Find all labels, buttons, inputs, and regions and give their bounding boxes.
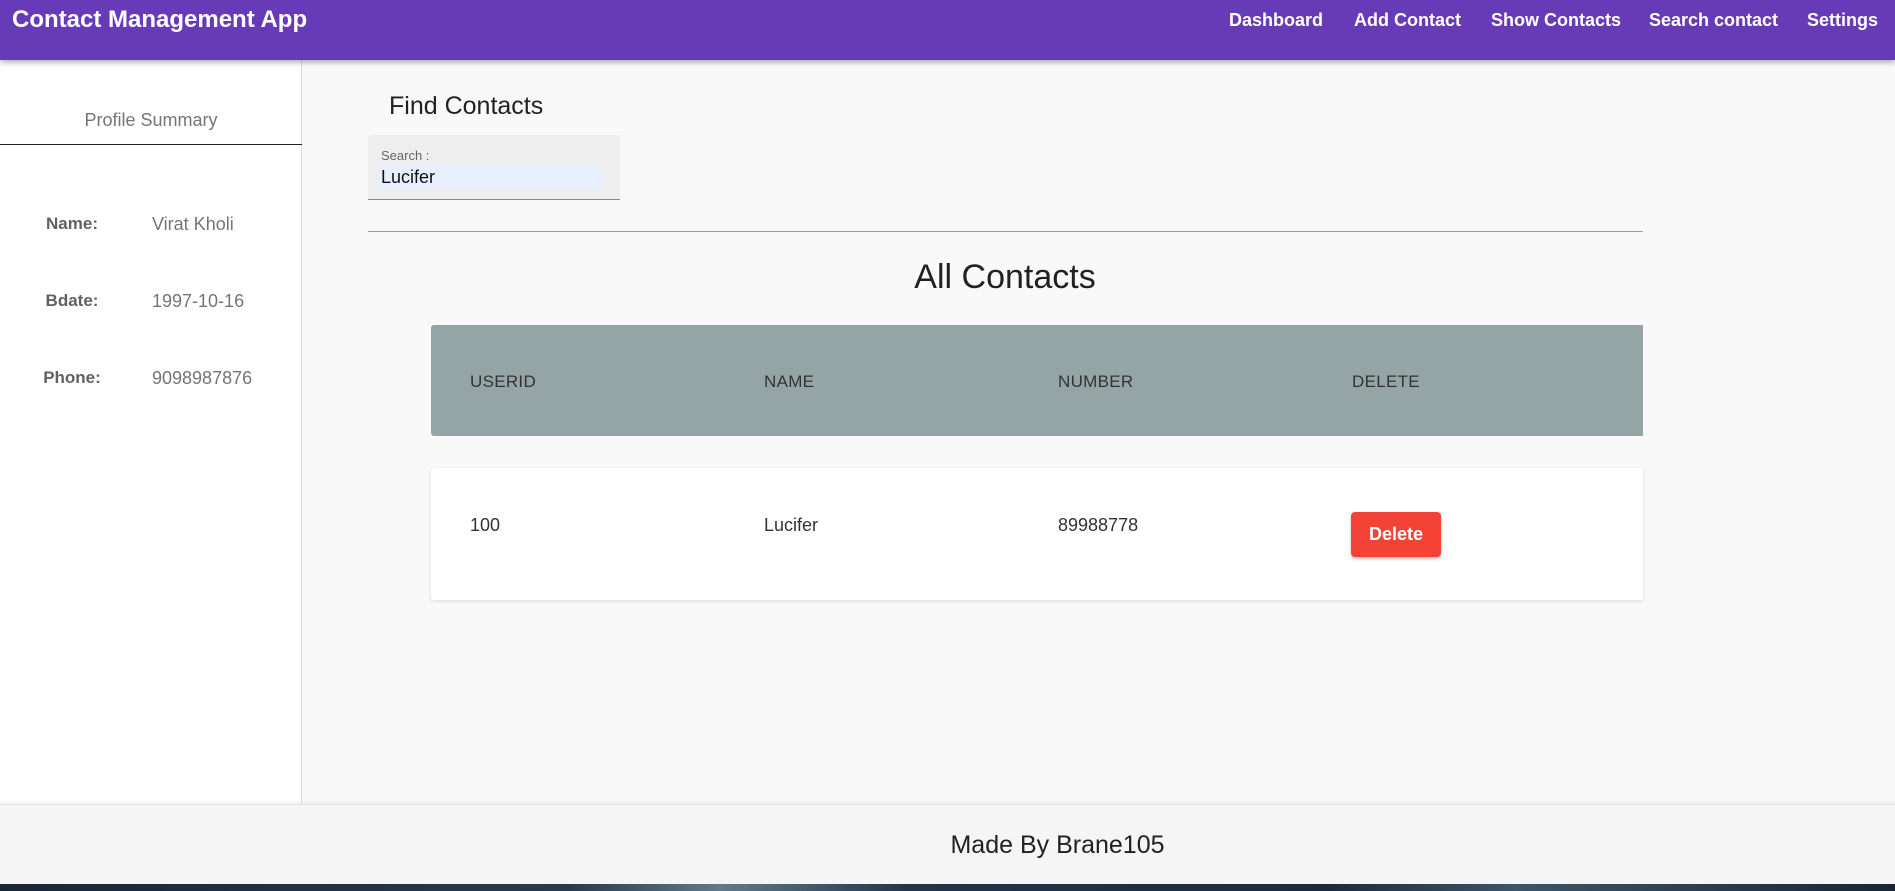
cell-name: Lucifer <box>764 515 819 535</box>
profile-phone-value: 9098987876 <box>152 368 253 388</box>
nav-search-contact[interactable]: Search contact <box>1649 10 1778 31</box>
column-header-delete: DELETE <box>1352 372 1420 391</box>
search-field[interactable]: Search : <box>368 135 620 200</box>
main-nav: Dashboard Add Contact Show Contacts Sear… <box>0 10 1895 34</box>
profile-name-row: Name: Virat Kholi <box>0 214 302 240</box>
table-row: 100 Lucifer 89988778 Delete <box>431 468 1643 600</box>
profile-bdate-label: Bdate: <box>45 291 99 310</box>
nav-show-contacts[interactable]: Show Contacts <box>1491 10 1621 31</box>
nav-dashboard[interactable]: Dashboard <box>1229 10 1323 31</box>
top-app-bar: Contact Management App Dashboard Add Con… <box>0 0 1895 60</box>
search-input[interactable] <box>379 165 603 189</box>
nav-add-contact[interactable]: Add Contact <box>1354 10 1461 31</box>
nav-settings[interactable]: Settings <box>1807 10 1878 31</box>
search-label: Search : <box>381 148 430 163</box>
cell-number: 89988778 <box>1058 515 1139 535</box>
profile-name-value: Virat Kholi <box>152 214 234 234</box>
profile-summary-title: Profile Summary <box>84 110 218 130</box>
footer-credit: Made By Brane105 <box>950 831 1165 859</box>
profile-bdate-row: Bdate: 1997-10-16 <box>0 291 302 317</box>
contacts-table-header: USERID NAME NUMBER DELETE <box>431 325 1643 436</box>
main-content: Find Contacts Search : All Contacts USER… <box>302 60 1895 804</box>
profile-sidebar: Profile Summary Name: Virat Kholi Bdate:… <box>0 60 302 804</box>
delete-button[interactable]: Delete <box>1351 512 1441 557</box>
all-contacts-title: All Contacts <box>914 258 1096 296</box>
column-header-userid: USERID <box>470 372 537 391</box>
column-header-name: NAME <box>764 372 815 391</box>
sidebar-divider <box>0 144 302 145</box>
profile-phone-row: Phone: 9098987876 <box>0 368 302 394</box>
footer: Made By Brane105 <box>0 804 1895 884</box>
profile-bdate-value: 1997-10-16 <box>152 291 245 311</box>
section-divider <box>368 231 1643 232</box>
column-header-number: NUMBER <box>1058 372 1134 391</box>
profile-phone-label: Phone: <box>43 368 101 387</box>
cell-userid: 100 <box>470 515 501 535</box>
find-contacts-title: Find Contacts <box>389 92 544 120</box>
desktop-background-strip <box>0 884 1895 891</box>
profile-name-label: Name: <box>46 214 98 233</box>
